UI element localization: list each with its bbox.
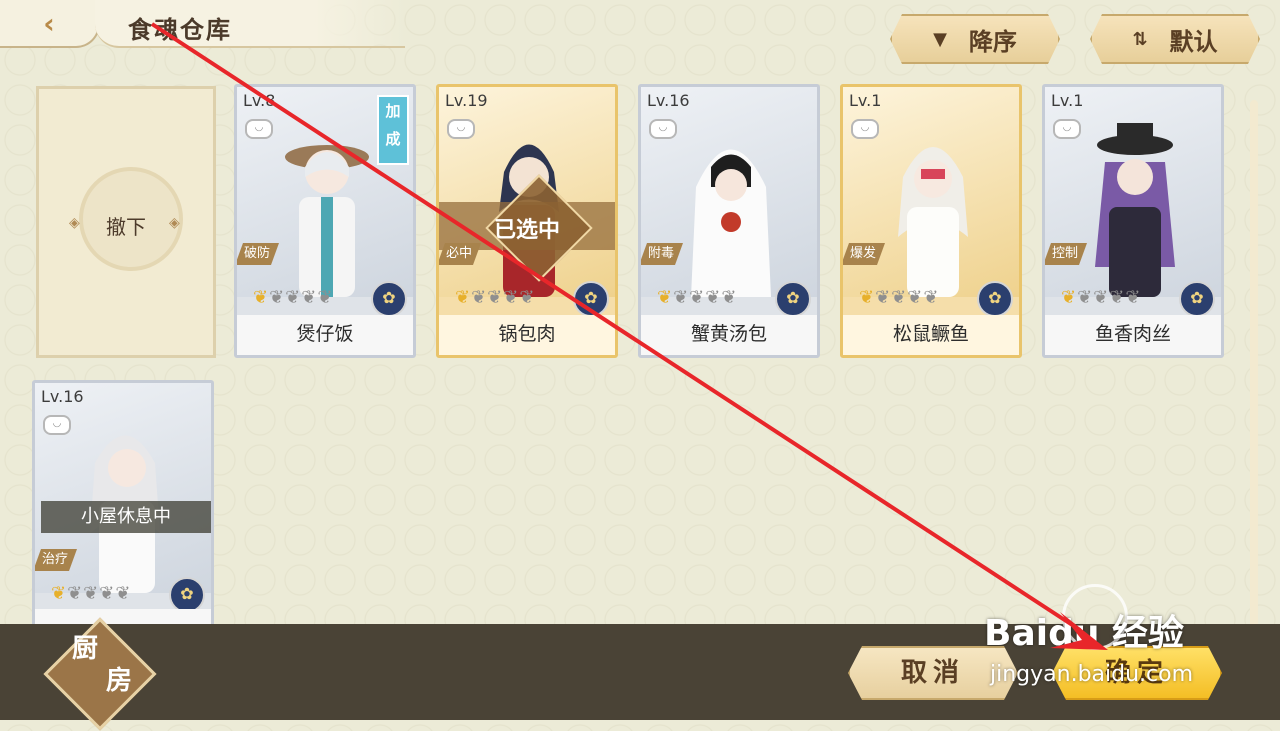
page-title: 食魂仓库: [128, 15, 232, 44]
character-portrait: [691, 149, 771, 297]
character-portrait: [285, 145, 369, 297]
card-yuxiangrousi[interactable]: Lv.1 ◡ 控制 ❦❦❦❦❦ ✿ 鱼香肉丝: [1042, 84, 1224, 358]
diamond-right-icon: ◈: [169, 215, 180, 231]
watermark-sub: jingyan.baidu.com: [990, 662, 1194, 687]
character-portrait: [898, 147, 968, 297]
sort-mode-button[interactable]: ⇅ 默认: [1090, 14, 1260, 64]
selected-label: 已选中: [493, 218, 560, 243]
bowl-icon: ◡: [43, 415, 71, 435]
bowl-icon: ◡: [447, 119, 475, 139]
card-level: Lv.1: [1051, 91, 1084, 110]
emblem-icon: ✿: [169, 577, 205, 613]
card-resting[interactable]: Lv.16 ◡ 小屋休息中 治疗 ❦❦❦❦❦ ✿: [32, 380, 214, 652]
card-name: 锅包肉: [439, 315, 615, 355]
sort-order-label: 降序: [968, 27, 1017, 56]
bowl-icon: ◡: [245, 119, 273, 139]
top-bar: ‹ 食魂仓库 ▼ 降序 ⇅ 默认: [0, 0, 1280, 60]
card-level: Lv.16: [647, 91, 690, 110]
card-name: 鱼香肉丝: [1045, 315, 1221, 355]
star-rating: ❦❦❦❦❦: [51, 583, 132, 604]
emblem-icon: ✿: [775, 281, 811, 317]
sort-order-button[interactable]: ▼ 降序: [890, 14, 1060, 64]
unload-label: 撤下: [106, 215, 146, 239]
kitchen-label-1: 厨: [72, 634, 99, 664]
card-guobaorou[interactable]: Lv.19 ◡ 已选中 必中 ❦❦❦❦❦ ✿ 锅包肉: [436, 84, 618, 358]
card-baozaifan[interactable]: Lv.8 ◡ 加成 破防 ❦❦❦❦❦ ✿ 煲仔饭: [234, 84, 416, 358]
card-songshuguiyu[interactable]: Lv.1 ◡ 爆发 ❦❦❦❦❦ ✿ 松鼠鳜鱼: [840, 84, 1022, 358]
card-level: Lv.16: [41, 387, 84, 406]
back-arrow-icon: ‹: [43, 6, 55, 40]
star-rating: ❦❦❦❦❦: [253, 287, 334, 308]
boost-badge: 加成: [377, 95, 409, 165]
bowl-icon: ◡: [1053, 119, 1081, 139]
star-rating: ❦❦❦❦❦: [455, 287, 536, 308]
card-name: 松鼠鳜鱼: [843, 315, 1019, 355]
card-xiehuangtangbao[interactable]: Lv.16 ◡ 附毒 ❦❦❦❦❦ ✿ 蟹黄汤包: [638, 84, 820, 358]
emblem-icon: ✿: [1179, 281, 1215, 317]
swap-icon: ⇅: [1132, 28, 1148, 50]
card-name: 蟹黄汤包: [641, 315, 817, 355]
card-level: Lv.8: [243, 91, 276, 110]
triangle-down-icon: ▼: [933, 28, 947, 50]
sort-mode-label: 默认: [1169, 27, 1218, 56]
card-level: Lv.19: [445, 91, 488, 110]
character-portrait: [1095, 123, 1175, 297]
selected-overlay: 已选中: [439, 174, 615, 282]
card-name: 煲仔饭: [237, 315, 413, 355]
emblem-icon: ✿: [573, 281, 609, 317]
back-button[interactable]: ‹: [0, 0, 100, 48]
scrollbar[interactable]: [1250, 100, 1258, 660]
emblem-icon: ✿: [977, 281, 1013, 317]
bowl-icon: ◡: [851, 119, 879, 139]
star-rating: ❦❦❦❦❦: [657, 287, 738, 308]
resting-overlay: 小屋休息中: [41, 501, 211, 533]
star-rating: ❦❦❦❦❦: [1061, 287, 1142, 308]
unload-slot[interactable]: ◈ 撤下 ◈: [36, 86, 216, 358]
watermark-main: Baidu 经验: [984, 613, 1185, 654]
kitchen-label-2: 房: [106, 666, 133, 696]
bowl-icon: ◡: [649, 119, 677, 139]
emblem-icon: ✿: [371, 281, 407, 317]
card-level: Lv.1: [849, 91, 882, 110]
star-rating: ❦❦❦❦❦: [859, 287, 940, 308]
